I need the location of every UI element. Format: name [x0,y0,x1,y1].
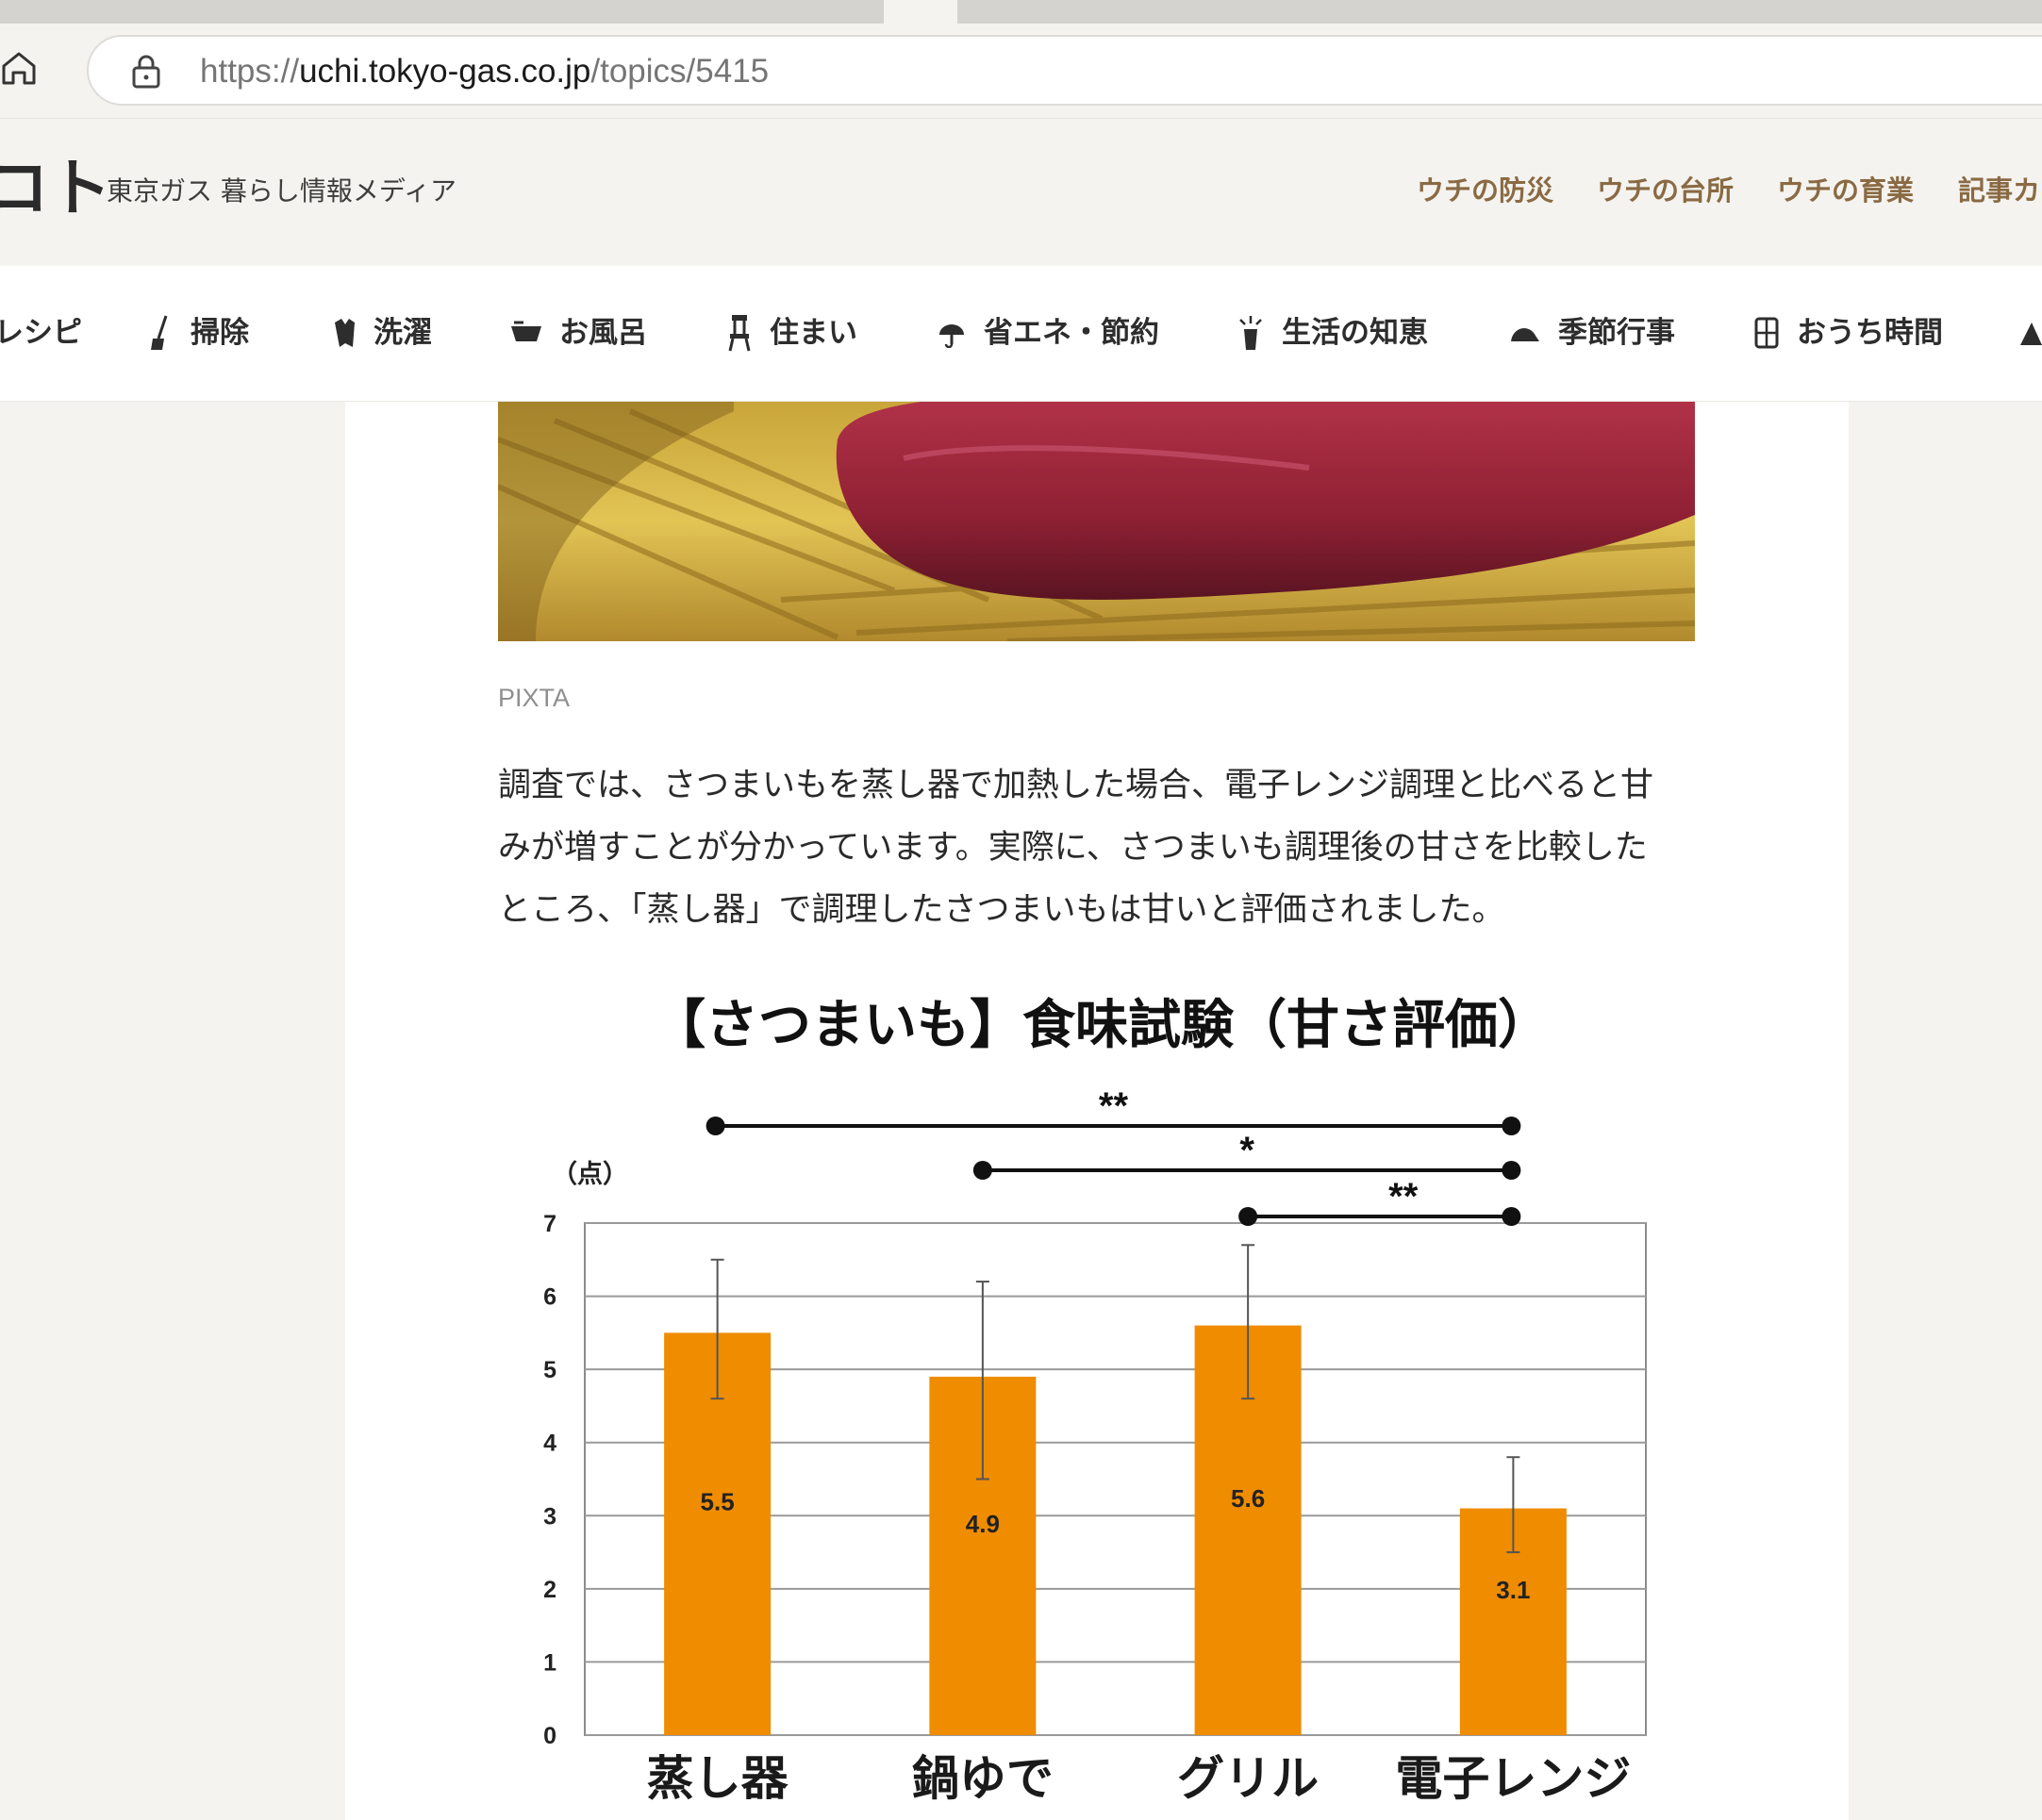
nav-item-life-tips[interactable]: 生活の知恵 [1237,312,1428,354]
nav-item-next[interactable] [2018,312,2042,354]
paragraph-line: 調査では、さつまいもを蒸し器で加熱した場合、電子レンジ調理と比べると甘 [498,767,1654,804]
nav-item-seasonal[interactable]: 季節行事 [1507,312,1675,354]
chart-title: 【さつまいも】食味試験（甘さ評価） [653,995,1551,1056]
hat-icon [1511,328,1539,341]
nav-item-cleaning[interactable]: 掃除 [147,312,249,354]
browser-tab[interactable] [1184,0,1260,24]
browser-tab[interactable] [208,0,284,24]
nav-item-label: 省エネ・節約 [984,316,1159,350]
nav-item-laundry[interactable]: 洗濯 [332,312,432,354]
browser-tab[interactable] [434,0,510,24]
lightbulb-icon [1239,316,1262,350]
sweet-potato-photo [498,402,1695,641]
browser-tab[interactable] [1486,0,1562,24]
paragraph-line: ところ、「蒸し器」で調理したさつまいもは甘いと評価されました。 [498,891,1505,929]
site-tagline: 東京ガス 暮らし情報メディア [107,175,457,207]
url-path: /topics/5415 [590,53,770,90]
broom-icon [151,315,168,350]
browser-tab[interactable] [283,0,359,24]
nav-item-recipe[interactable]: レシピ [0,312,82,354]
home-button[interactable] [0,49,38,87]
nav-item-housing[interactable]: 住まい [726,312,857,354]
browser-tab[interactable] [0,0,58,24]
browser-tab[interactable] [57,0,133,24]
piggy-icon [939,324,964,348]
browser-tab[interactable] [1108,0,1185,24]
nav-item-energy-saving[interactable]: 省エネ・節約 [937,312,1159,354]
browser-tab[interactable] [358,0,435,24]
nav-item-label: 生活の知恵 [1282,316,1428,350]
photo-caption: PIXTA [498,684,571,712]
browser-tab[interactable] [1561,0,1637,24]
browser-tab[interactable] [811,0,885,24]
top-link-articles[interactable]: 記事カ [1958,170,2040,211]
browser-tab[interactable] [509,0,586,24]
home-icon [2,52,36,85]
nav-item-label: 住まい [770,316,857,350]
nav-item-label: 季節行事 [1558,316,1675,350]
site-logo[interactable]: コト [0,151,111,226]
tab-strip [0,0,2042,24]
chart-y-unit: （点） [552,1160,628,1189]
nav-item-label: おうち時間 [1797,316,1943,350]
bathtub-icon [511,321,541,341]
chair-icon [728,315,751,352]
paragraph-line: みが増すことが分かっています。実際に、さつまいも調理後の甘さを比較した [498,829,1648,867]
shirt-icon [335,319,355,347]
url-scheme: https:// [200,53,300,90]
browser-tab[interactable] [1712,0,1788,24]
lock-icon[interactable] [130,55,162,89]
nav-item-label: レシピ [0,316,82,350]
browser-tab[interactable] [1863,0,1939,24]
top-link-daidokoro[interactable]: ウチの台所 [1597,170,1734,211]
browser-tab[interactable] [1033,0,1109,24]
browser-tab[interactable] [736,0,812,24]
browser-tab[interactable] [1787,0,1864,24]
browser-tab[interactable] [585,0,661,24]
url-text[interactable]: https://uchi.tokyo-gas.co.jp/topics/5415 [200,49,769,94]
top-link-ikugyou[interactable]: ウチの育業 [1777,170,1914,211]
nav-item-bath[interactable]: お風呂 [510,312,647,354]
nav-item-label: 洗濯 [374,316,432,350]
camping-icon [2020,323,2042,345]
nav-item-home-time[interactable]: おうち時間 [1753,312,1943,354]
nav-item-label: お風呂 [559,316,647,350]
top-link-bousai[interactable]: ウチの防災 [1417,170,1553,211]
browser-tab[interactable] [1410,0,1486,24]
active-tab[interactable] [884,0,957,24]
house-icon [1754,317,1779,349]
browser-tab[interactable] [132,0,208,24]
article-paragraph: 調査では、さつまいもを蒸し器で加熱した場合、電子レンジ調理と比べると甘 みが増す… [498,754,1705,941]
browser-tab[interactable] [1335,0,1411,24]
nav-item-label: 掃除 [191,316,249,350]
browser-tab[interactable] [1636,0,1713,24]
browser-tab[interactable] [957,0,1034,24]
browser-tab[interactable] [1259,0,1336,24]
url-host: uchi.tokyo-gas.co.jp [299,53,591,90]
browser-tab[interactable] [660,0,737,24]
browser-tab[interactable] [1938,0,2042,24]
